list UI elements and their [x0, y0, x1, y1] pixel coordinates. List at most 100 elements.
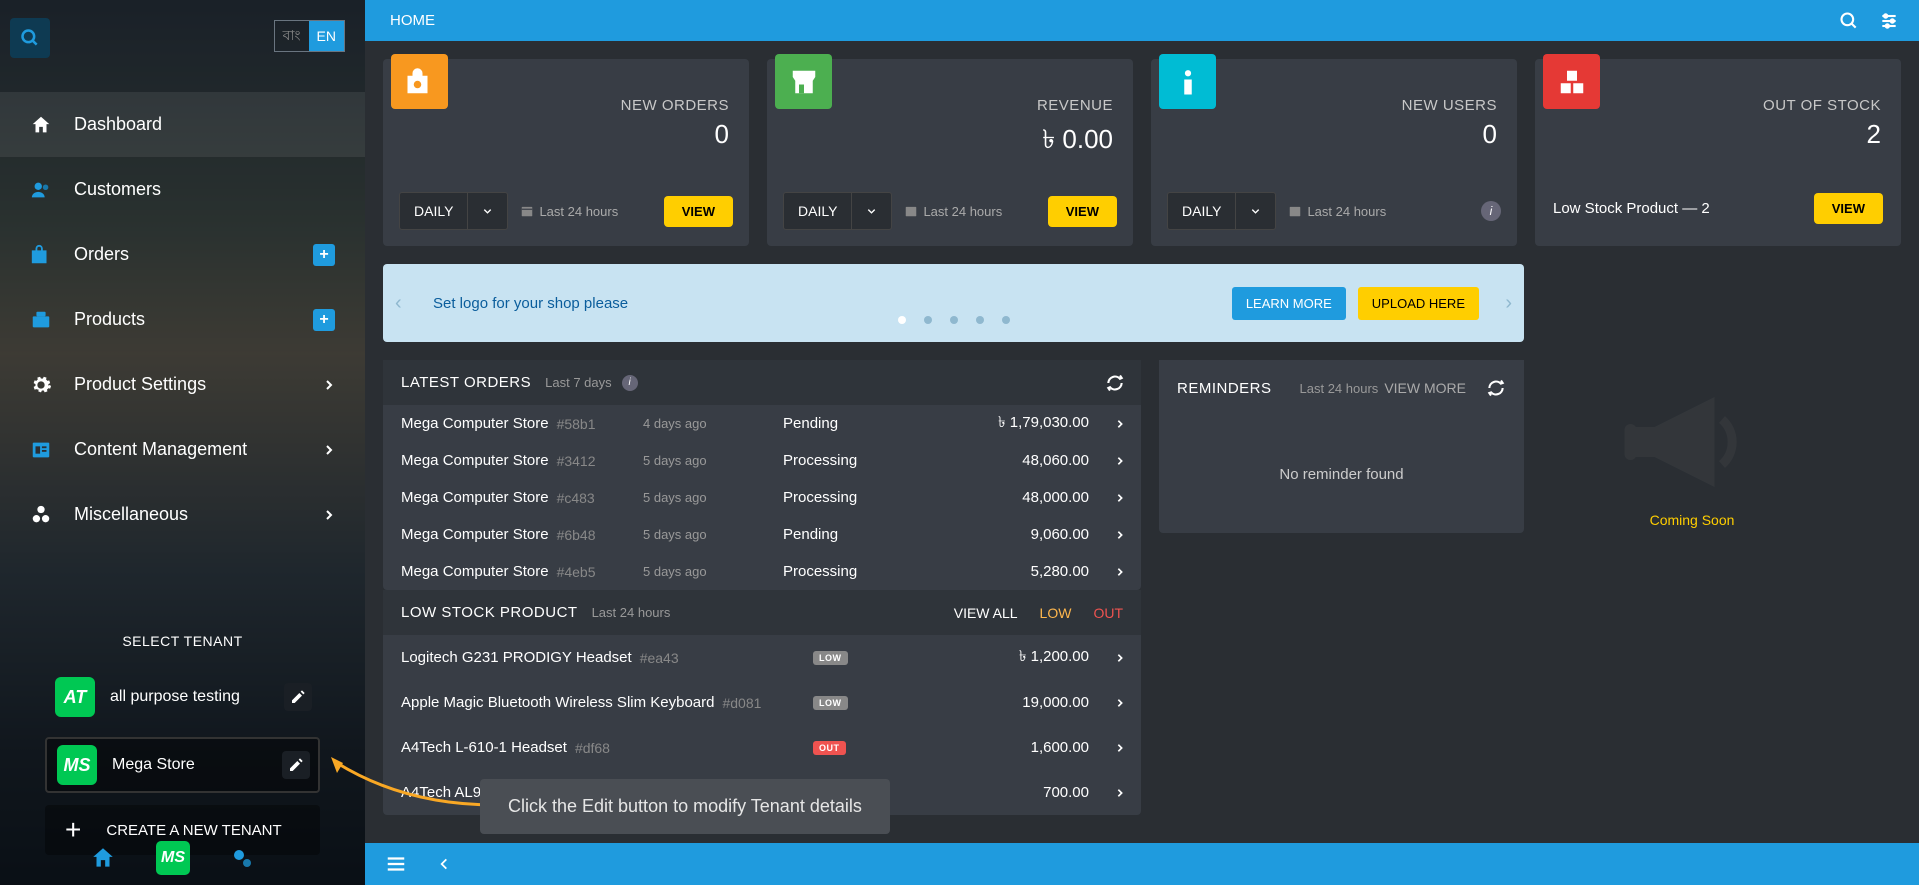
period-hint: Last 24 hours	[904, 204, 1035, 219]
period-select[interactable]: DAILY	[1167, 192, 1276, 230]
nav-content[interactable]: Content Management	[0, 417, 365, 482]
stock-row[interactable]: Logitech G231 PRODIGY Headset#ea43LOW৳ 1…	[383, 635, 1141, 680]
chevron-right-icon	[1115, 653, 1125, 663]
search-button[interactable]	[10, 18, 50, 58]
calendar-icon	[520, 204, 534, 218]
calendar-icon	[1288, 204, 1302, 218]
megaphone-icon	[1612, 382, 1772, 502]
bag-icon	[30, 244, 52, 266]
view-button[interactable]: VIEW	[1048, 196, 1117, 227]
settings-icon[interactable]	[230, 846, 254, 870]
nav-customers[interactable]: Customers	[0, 157, 365, 222]
lang-bn[interactable]: বাং	[275, 21, 309, 51]
card-value: 0	[1483, 119, 1497, 150]
tenant-avatar: AT	[55, 677, 95, 717]
view-more-link[interactable]: VIEW MORE	[1384, 380, 1466, 396]
learn-more-button[interactable]: LEARN MORE	[1232, 287, 1346, 320]
card-revenue: REVENUE ৳ 0.00 DAILY Last 24 hours VIEW	[767, 59, 1133, 246]
nav-label: Product Settings	[74, 374, 206, 395]
refresh-icon[interactable]	[1486, 378, 1506, 398]
period-hint: Last 24 hours	[520, 204, 651, 219]
period-select[interactable]: DAILY	[783, 192, 892, 230]
refresh-icon[interactable]	[1105, 373, 1125, 393]
tenant-name: Mega Store	[112, 756, 195, 774]
view-button[interactable]: VIEW	[664, 196, 733, 227]
tenant-item-all-purpose[interactable]: AT all purpose testing	[45, 669, 320, 725]
banner-next[interactable]: ›	[1505, 292, 1512, 315]
chevron-right-icon	[1115, 743, 1125, 753]
card-label: REVENUE	[1037, 97, 1113, 114]
info-icon[interactable]: i	[622, 375, 638, 391]
chevron-down-icon	[1235, 192, 1275, 230]
order-time: 5 days ago	[643, 490, 707, 505]
order-amount: 48,060.00	[1022, 452, 1089, 469]
nav-products[interactable]: Products +	[0, 287, 365, 352]
chevron-down-icon	[467, 192, 507, 230]
store-icon	[775, 54, 832, 109]
order-tag: #4eb5	[557, 564, 596, 580]
back-icon[interactable]	[437, 857, 451, 871]
product-icon	[30, 309, 52, 331]
order-row[interactable]: Mega Computer Store#6b485 days agoPendin…	[383, 516, 1141, 553]
panel-sub: Last 24 hours	[592, 605, 671, 620]
add-product-button[interactable]: +	[313, 309, 335, 331]
card-label: NEW ORDERS	[621, 97, 729, 114]
period-select[interactable]: DAILY	[399, 192, 508, 230]
topbar-settings-icon[interactable]	[1879, 11, 1899, 31]
order-status: Processing	[783, 452, 857, 469]
reminders-empty: No reminder found	[1159, 416, 1524, 533]
tab-view-all[interactable]: VIEW ALL	[954, 605, 1018, 621]
stock-name: A4Tech L-610-1 Headset	[401, 739, 567, 756]
stock-row[interactable]: Apple Magic Bluetooth Wireless Slim Keyb…	[383, 680, 1141, 725]
home-icon	[30, 114, 52, 136]
order-amount: 48,000.00	[1022, 489, 1089, 506]
order-store: Mega Computer Store	[401, 526, 549, 543]
tab-low[interactable]: LOW	[1040, 605, 1072, 621]
order-amount: 9,060.00	[1031, 526, 1089, 543]
order-status: Processing	[783, 489, 857, 506]
stock-badge: LOW	[813, 651, 848, 665]
topbar-search-icon[interactable]	[1839, 11, 1859, 31]
page-title: HOME	[390, 12, 435, 29]
reminders-panel: REMINDERS Last 24 hours VIEW MORE No rem…	[1159, 360, 1524, 533]
stock-row[interactable]: A4Tech L-610-1 Headset#df68OUT1,600.00	[383, 725, 1141, 770]
menu-icon[interactable]	[385, 853, 407, 875]
order-status: Processing	[783, 563, 857, 580]
info-icon[interactable]: i	[1481, 201, 1501, 221]
chevron-right-icon	[323, 509, 335, 521]
plus-icon: +	[65, 814, 81, 846]
language-toggle[interactable]: বাং EN	[274, 20, 345, 52]
tenant-edit-button[interactable]	[282, 751, 310, 779]
stock-tag: #ea43	[640, 650, 679, 666]
tenant-item-mega-store[interactable]: MS Mega Store	[45, 737, 320, 793]
tenant-badge[interactable]: MS	[156, 841, 190, 875]
order-row[interactable]: Mega Computer Store#34125 days agoProces…	[383, 442, 1141, 479]
add-order-button[interactable]: +	[313, 244, 335, 266]
order-amount: 5,280.00	[1031, 563, 1089, 580]
notification-banner: ‹ Set logo for your shop please LEARN MO…	[383, 264, 1524, 342]
nav-dashboard[interactable]: Dashboard	[0, 92, 365, 157]
upload-button[interactable]: UPLOAD HERE	[1358, 287, 1479, 320]
topbar: HOME	[365, 0, 1919, 41]
panel-sub: Last 7 days	[545, 375, 612, 390]
order-row[interactable]: Mega Computer Store#4eb55 days agoProces…	[383, 553, 1141, 590]
stock-amount: ৳ 1,200.00	[1019, 645, 1089, 670]
bottombar	[365, 843, 1919, 885]
banner-prev[interactable]: ‹	[395, 292, 402, 315]
home-icon[interactable]	[90, 845, 116, 871]
order-row[interactable]: Mega Computer Store#c4835 days agoProces…	[383, 479, 1141, 516]
order-row[interactable]: Mega Computer Store#58b14 days agoPendin…	[383, 405, 1141, 442]
view-button[interactable]: VIEW	[1814, 193, 1883, 224]
tenant-edit-button[interactable]	[284, 683, 312, 711]
main-content: NEW ORDERS 0 DAILY Last 24 hours VIEW RE…	[365, 41, 1919, 843]
calendar-icon	[904, 204, 918, 218]
nav-misc[interactable]: Miscellaneous	[0, 482, 365, 547]
nav-product-settings[interactable]: Product Settings	[0, 352, 365, 417]
stock-badge: OUT	[813, 741, 846, 755]
tab-out[interactable]: OUT	[1093, 605, 1123, 621]
card-out-of-stock: OUT OF STOCK 2 Low Stock Product — 2 VIE…	[1535, 59, 1901, 246]
card-value: ৳ 0.00	[1042, 119, 1113, 163]
panel-title: LATEST ORDERS	[401, 374, 531, 391]
nav-orders[interactable]: Orders +	[0, 222, 365, 287]
lang-en[interactable]: EN	[309, 21, 344, 51]
